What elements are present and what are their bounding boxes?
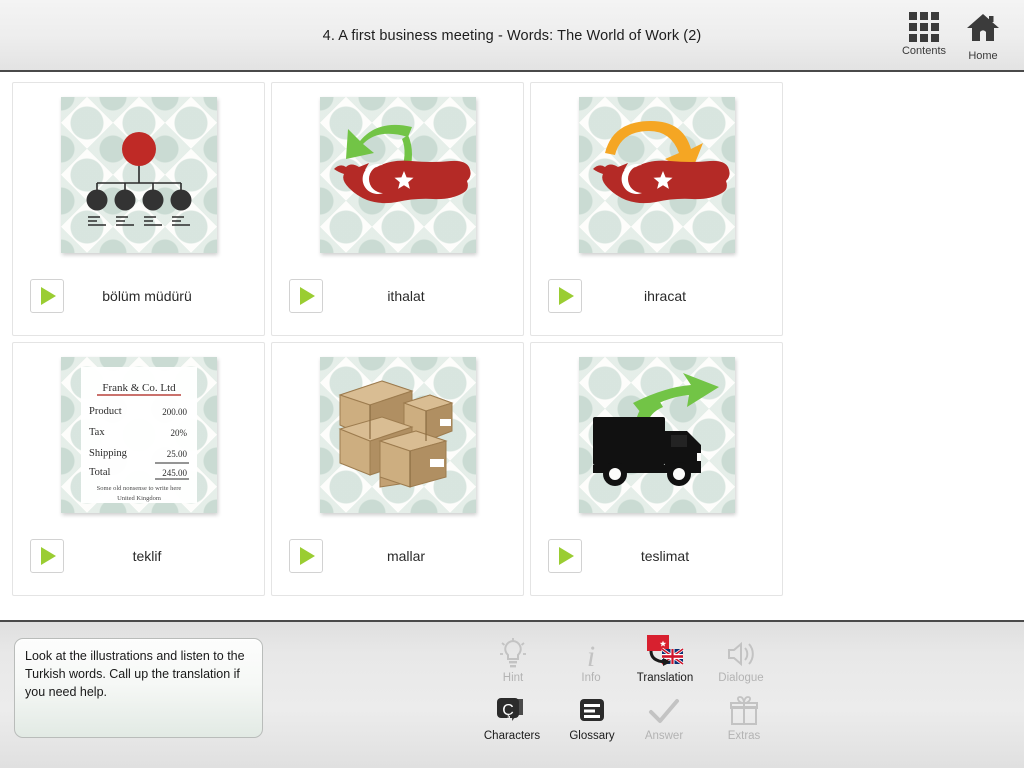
card-word-row: bölüm müdürü	[13, 257, 264, 335]
vocabulary-word: ihracat	[643, 288, 687, 304]
home-button[interactable]: Home	[952, 12, 1014, 62]
vocabulary-card[interactable]: Frank & Co. Ltd Product 200.00 Tax 20% S…	[12, 342, 265, 596]
gift-icon	[729, 690, 759, 728]
translation-button[interactable]: Translation	[628, 632, 702, 684]
play-icon	[300, 287, 315, 305]
dialogue-button[interactable]: Dialogue	[704, 632, 778, 684]
vocabulary-word: teklif	[132, 548, 162, 564]
dialogue-label: Dialogue	[718, 672, 764, 684]
vocabulary-grid-area: bölüm müdürü ithalat ihracat Frank & Co.…	[0, 74, 1024, 618]
card-word-row: ihracat	[531, 257, 782, 335]
extras-button[interactable]: Extras	[707, 690, 781, 742]
contents-button[interactable]: Contents	[893, 12, 955, 57]
page-title: 4. A first business meeting - Words: The…	[322, 28, 702, 44]
home-icon	[966, 12, 1000, 47]
play-icon	[300, 547, 315, 565]
play-icon	[559, 287, 574, 305]
svg-text:25.00: 25.00	[166, 449, 187, 459]
vocabulary-card[interactable]: mallar	[271, 342, 524, 596]
play-icon	[41, 287, 56, 305]
card-word-row: teslimat	[531, 517, 782, 595]
svg-text:245.00: 245.00	[162, 468, 187, 478]
play-audio-button[interactable]	[289, 539, 323, 573]
info-button[interactable]: i Info	[554, 632, 628, 684]
vocabulary-word: ithalat	[387, 288, 425, 304]
svg-text:i: i	[587, 640, 595, 670]
card-image	[578, 97, 735, 253]
svg-text:Some old nonsense to write her: Some old nonsense to write here	[96, 485, 181, 492]
card-word-row: teklif	[13, 517, 264, 595]
vocabulary-grid: bölüm müdürü ithalat ihracat Frank & Co.…	[12, 82, 1016, 596]
play-audio-button[interactable]	[548, 279, 582, 313]
characters-label: Characters	[483, 730, 541, 742]
home-label: Home	[968, 50, 998, 62]
svg-text:Product: Product	[89, 406, 122, 417]
card-image: Frank & Co. Ltd Product 200.00 Tax 20% S…	[60, 357, 217, 513]
delivery-truck-illustration	[578, 357, 735, 513]
play-audio-button[interactable]	[30, 279, 64, 313]
turkey-map-export-illustration	[578, 97, 735, 253]
translation-flags-icon	[645, 632, 685, 670]
glossary-label: Glossary	[569, 730, 615, 742]
card-image	[578, 357, 735, 513]
card-image	[60, 97, 217, 253]
tool-buttons: Hint i Info Translation Dialogue Ç Chara…	[470, 628, 790, 766]
speaker-icon	[725, 632, 757, 670]
cardboard-boxes-illustration	[319, 357, 476, 513]
answer-label: Answer	[644, 730, 684, 742]
svg-text:Total: Total	[89, 467, 111, 478]
checkmark-icon	[648, 690, 680, 728]
vocabulary-card[interactable]: bölüm müdürü	[12, 82, 265, 336]
play-icon	[41, 547, 56, 565]
bottom-toolbar: Look at the illustrations and listen to …	[0, 620, 1024, 768]
play-audio-button[interactable]	[289, 279, 323, 313]
svg-text:20%: 20%	[170, 428, 187, 438]
extras-label: Extras	[727, 730, 761, 742]
answer-button[interactable]: Answer	[627, 690, 701, 742]
characters-button[interactable]: Ç Characters	[475, 690, 549, 742]
vocabulary-word: teslimat	[640, 548, 690, 564]
lesson-page: 4. A first business meeting - Words: The…	[0, 0, 1024, 768]
info-i-icon: i	[579, 632, 603, 670]
contents-label: Contents	[901, 45, 947, 57]
play-audio-button[interactable]	[30, 539, 64, 573]
glossary-button[interactable]: Glossary	[555, 690, 629, 742]
card-word-row: mallar	[272, 517, 523, 595]
hint-label: Hint	[502, 672, 524, 684]
card-word-row: ithalat	[272, 257, 523, 335]
play-icon	[559, 547, 574, 565]
invoice-illustration: Frank & Co. Ltd Product 200.00 Tax 20% S…	[60, 357, 217, 513]
vocabulary-card[interactable]: ithalat	[271, 82, 524, 336]
instruction-panel: Look at the illustrations and listen to …	[14, 638, 263, 738]
vocabulary-word: mallar	[386, 548, 426, 564]
svg-text:Shipping: Shipping	[89, 448, 128, 459]
svg-text:Tax: Tax	[89, 427, 105, 438]
svg-text:200.00: 200.00	[162, 407, 187, 417]
header-bar: 4. A first business meeting - Words: The…	[0, 0, 1024, 72]
lightbulb-icon	[500, 632, 526, 670]
play-audio-button[interactable]	[548, 539, 582, 573]
grid-icon	[909, 12, 939, 42]
card-image	[319, 357, 476, 513]
svg-text:Ç: Ç	[502, 702, 514, 719]
vocabulary-card[interactable]: ihracat	[530, 82, 783, 336]
vocabulary-word: bölüm müdürü	[102, 288, 192, 304]
org-chart-illustration	[60, 97, 217, 253]
glossary-list-icon	[577, 690, 607, 728]
vocabulary-card[interactable]: teslimat	[530, 342, 783, 596]
translation-label: Translation	[636, 672, 694, 684]
special-characters-icon: Ç	[495, 690, 529, 728]
hint-button[interactable]: Hint	[476, 632, 550, 684]
card-image	[319, 97, 476, 253]
invoice-company: Frank & Co. Ltd	[102, 382, 176, 394]
turkey-map-import-illustration	[319, 97, 476, 253]
info-label: Info	[581, 672, 601, 684]
svg-text:United Kingdom: United Kingdom	[117, 495, 161, 502]
